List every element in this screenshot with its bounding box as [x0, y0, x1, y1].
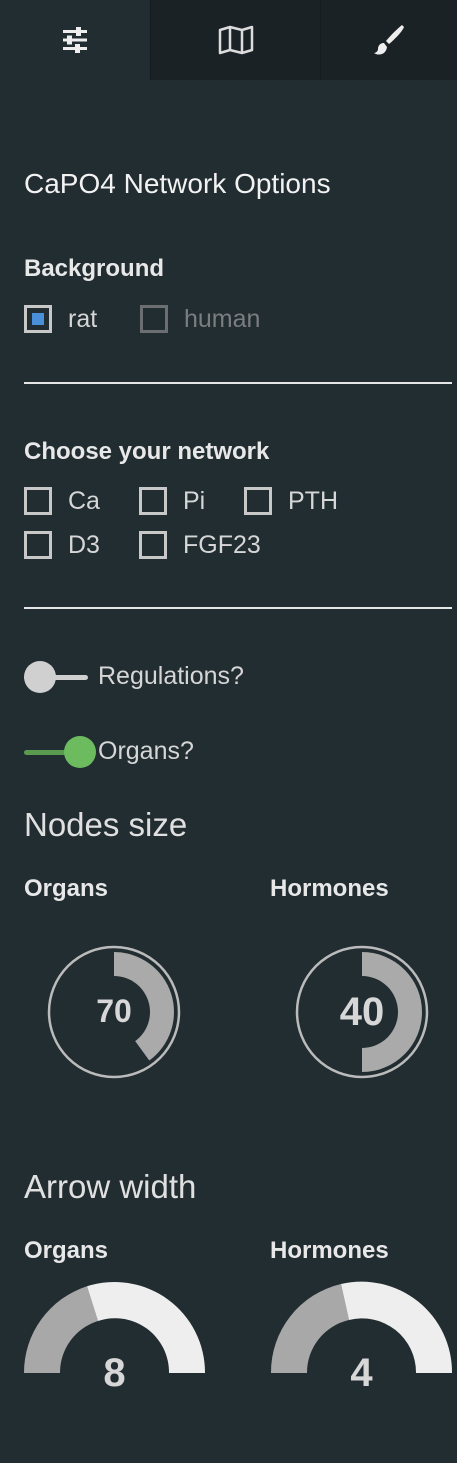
divider	[24, 382, 452, 384]
rat-checkbox[interactable]	[24, 305, 52, 333]
pth-checkbox[interactable]	[244, 487, 272, 515]
tab-map[interactable]	[150, 0, 320, 80]
nodes-hormones-value: 40	[340, 990, 385, 1034]
panel-title: CaPO4 Network Options	[24, 168, 331, 199]
d3-label: D3	[68, 531, 100, 559]
human-checkbox[interactable]	[140, 305, 168, 333]
pi-checkbox[interactable]	[139, 487, 167, 515]
background-label: Background	[24, 255, 165, 282]
d3-checkbox[interactable]	[24, 531, 52, 559]
fgf23-label: FGF23	[183, 531, 261, 559]
paintbrush-icon	[372, 23, 406, 57]
arrow-hormones-value: 4	[350, 1351, 373, 1395]
arrow-organs-label: Organs	[24, 1237, 109, 1264]
tab-style[interactable]	[320, 0, 457, 80]
nodes-size-title: Nodes size	[24, 806, 188, 843]
nodes-organs-value: 70	[96, 993, 132, 1029]
nodes-hormones-knob[interactable]: 40	[292, 942, 432, 1082]
rat-label: rat	[68, 305, 98, 333]
organs-toggle[interactable]	[24, 736, 96, 768]
ca-label: Ca	[68, 487, 100, 515]
human-label: human	[184, 305, 261, 333]
divider	[24, 607, 452, 609]
nodes-organs-knob[interactable]: 70	[44, 942, 184, 1082]
arrow-hormones-label: Hormones	[270, 1237, 389, 1264]
arrow-hormones-gauge[interactable]: 4	[269, 1280, 454, 1400]
arrow-organs-gauge[interactable]: 8	[22, 1280, 207, 1400]
map-icon	[217, 25, 255, 55]
nodes-hormones-label: Hormones	[270, 875, 389, 902]
regulations-toggle[interactable]	[24, 661, 88, 693]
pth-label: PTH	[288, 487, 338, 515]
organs-toggle-label: Organs?	[98, 737, 194, 765]
fgf23-checkbox[interactable]	[139, 531, 167, 559]
arrow-organs-value: 8	[103, 1351, 125, 1395]
pi-label: Pi	[183, 487, 206, 515]
tab-settings[interactable]	[0, 0, 150, 80]
regulations-label: Regulations?	[98, 662, 244, 690]
arrow-width-title: Arrow width	[24, 1168, 197, 1205]
nodes-organs-label: Organs	[24, 875, 109, 902]
ca-checkbox[interactable]	[24, 487, 52, 515]
network-label: Choose your network	[24, 438, 270, 465]
sliders-icon	[60, 26, 90, 54]
tab-bar	[0, 0, 457, 80]
